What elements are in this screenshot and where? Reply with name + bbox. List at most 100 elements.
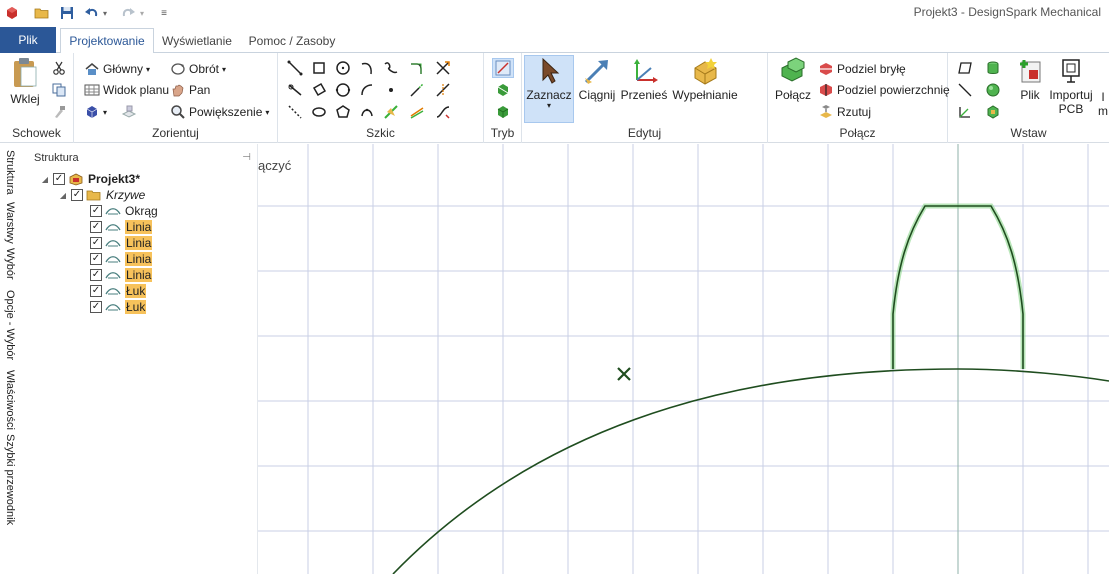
split-body-button[interactable]: Podziel bryłę	[818, 59, 906, 79]
ribbon-tab-bar: Plik Projektowanie Wyświetlanie Pomoc / …	[0, 26, 1109, 54]
design-canvas[interactable]: ączyć	[258, 144, 1109, 574]
visibility-checkbox[interactable]: ✓	[90, 205, 102, 217]
redo-dropdown-icon[interactable]: ▾	[137, 3, 147, 23]
three-point-circle-icon[interactable]	[334, 81, 352, 99]
tree-item-line[interactable]: ✓ Linia	[90, 235, 153, 251]
side-tab-structure[interactable]: Struktura	[4, 150, 16, 195]
collapse-icon[interactable]: ◢	[58, 191, 68, 200]
sketch-mode-icon[interactable]	[492, 58, 514, 78]
tree-item-arc[interactable]: ✓ Łuk	[90, 283, 147, 299]
line-tool-icon[interactable]	[286, 59, 304, 77]
spline-tool-icon[interactable]	[382, 59, 400, 77]
undo-dropdown-icon[interactable]: ▾	[100, 3, 110, 23]
tree-label: Linia	[125, 252, 153, 266]
pull-tool-button[interactable]: Ciągnij	[577, 56, 617, 102]
point-tool-icon[interactable]	[382, 81, 400, 99]
visibility-checkbox[interactable]: ✓	[90, 253, 102, 265]
collapse-icon[interactable]: ◢	[40, 175, 50, 184]
tree-label: Łuk	[125, 300, 147, 314]
visibility-checkbox[interactable]: ✓	[90, 221, 102, 233]
tree-item-project[interactable]: ◢ ✓ Projekt3*	[40, 171, 140, 187]
tree-item-arc[interactable]: ✓ Łuk	[90, 299, 147, 315]
circle-tool-icon[interactable]	[334, 59, 352, 77]
tree-item-line[interactable]: ✓ Linia	[90, 267, 153, 283]
ellipse-tool-icon[interactable]	[310, 103, 328, 121]
cut-icon[interactable]	[50, 59, 68, 77]
side-tab-selection[interactable]: Wybór	[4, 248, 16, 280]
save-icon[interactable]	[57, 3, 77, 23]
section-mode-icon[interactable]	[494, 81, 512, 99]
tab-display[interactable]: Wyświetlanie	[156, 28, 238, 53]
tree-item-line[interactable]: ✓ Linia	[90, 219, 153, 235]
rotate-button[interactable]: Obrót ▾	[170, 59, 226, 79]
open-folder-icon[interactable]	[32, 3, 52, 23]
fill-tool-button[interactable]: Wypełnianie	[672, 56, 738, 102]
3d-mode-icon[interactable]	[494, 103, 512, 121]
arc-tool-icon[interactable]	[358, 59, 376, 77]
visibility-checkbox[interactable]: ✓	[90, 237, 102, 249]
fillet-tool-icon[interactable]	[408, 59, 426, 77]
project-button[interactable]: Rzutuj	[818, 102, 871, 122]
plan-view-button[interactable]: Widok planu	[84, 80, 169, 100]
three-point-arc-icon[interactable]	[358, 103, 376, 121]
construction-line-icon[interactable]	[286, 103, 304, 121]
redo-icon[interactable]	[118, 3, 138, 23]
side-tab-options[interactable]: Opcje - Wybór	[4, 290, 16, 360]
zoom-button[interactable]: Powiększenie ▾	[170, 102, 269, 122]
view-cube-button[interactable]: ▾	[84, 102, 107, 122]
circle-arc-curve[interactable]	[392, 368, 1109, 574]
select-tool-button[interactable]: Zaznacz ▾	[524, 55, 574, 123]
polygon-tool-icon[interactable]	[334, 103, 352, 121]
visibility-checkbox[interactable]: ✓	[90, 285, 102, 297]
side-tab-quick-guide[interactable]: Szybki przewodnik	[4, 434, 16, 525]
home-view-button[interactable]: Główny ▾	[84, 59, 150, 79]
insert-file-icon	[1020, 60, 1041, 83]
side-tab-properties[interactable]: Właściwości	[4, 370, 16, 430]
view-projection-icon[interactable]	[120, 103, 138, 121]
tree-item-line[interactable]: ✓ Linia	[90, 251, 153, 267]
plane-icon[interactable]	[956, 59, 974, 77]
sweep-arc-icon[interactable]	[358, 81, 376, 99]
customize-toolbar-icon[interactable]: ≡	[157, 3, 171, 23]
group-clipboard: Wklej Schowek	[0, 53, 74, 143]
bend-tool-icon[interactable]	[434, 103, 452, 121]
three-point-rectangle-icon[interactable]	[310, 81, 328, 99]
visibility-checkbox[interactable]: ✓	[90, 269, 102, 281]
move-tool-button[interactable]: Przenieś	[620, 56, 668, 102]
insert-cut-off-button[interactable]: I m	[1098, 56, 1108, 118]
trim-tool-icon[interactable]	[434, 59, 452, 77]
group-edit: Zaznacz ▾ Ciągnij Przenieś Wypełnianie E…	[522, 53, 768, 143]
split-face-button[interactable]: Podziel powierzchnię	[818, 80, 950, 100]
side-tab-layers[interactable]: Warstwy	[4, 202, 16, 244]
tree-item-circle[interactable]: ✓ Okrąg	[90, 203, 158, 219]
sketch-grid[interactable]	[258, 144, 1109, 574]
tab-file[interactable]: Plik	[0, 27, 56, 53]
sphere-icon[interactable]	[984, 81, 1002, 99]
combine-button[interactable]: Połącz	[774, 56, 812, 102]
pan-button[interactable]: Pan	[170, 80, 210, 100]
visibility-checkbox[interactable]: ✓	[53, 173, 65, 185]
curve-icon	[105, 208, 121, 215]
tab-design[interactable]: Projektowanie	[60, 28, 154, 54]
format-painter-icon[interactable]	[50, 103, 68, 121]
copy-icon[interactable]	[50, 81, 68, 99]
import-pcb-button[interactable]: Importuj PCB	[1049, 56, 1093, 116]
axis-icon[interactable]	[956, 81, 974, 99]
origin-icon[interactable]	[956, 103, 974, 121]
paste-button[interactable]: Wklej	[6, 56, 44, 106]
pin-icon[interactable]: ⊣	[242, 152, 251, 163]
tree-item-curves[interactable]: ◢ ✓ Krzywe	[58, 187, 145, 203]
shell-icon[interactable]	[984, 103, 1002, 121]
cylinder-icon[interactable]	[984, 59, 1002, 77]
extend-tool-icon[interactable]	[408, 81, 426, 99]
face-curve-icon[interactable]	[382, 103, 400, 121]
undo-icon[interactable]	[82, 3, 102, 23]
split-line-icon[interactable]	[434, 81, 452, 99]
offset-curve-icon[interactable]	[408, 103, 426, 121]
visibility-checkbox[interactable]: ✓	[90, 301, 102, 313]
tab-help-resources[interactable]: Pomoc / Zasoby	[244, 28, 340, 53]
visibility-checkbox[interactable]: ✓	[71, 189, 83, 201]
insert-file-button[interactable]: Plik	[1012, 56, 1048, 102]
rectangle-tool-icon[interactable]	[310, 59, 328, 77]
tangent-line-icon[interactable]	[286, 81, 304, 99]
